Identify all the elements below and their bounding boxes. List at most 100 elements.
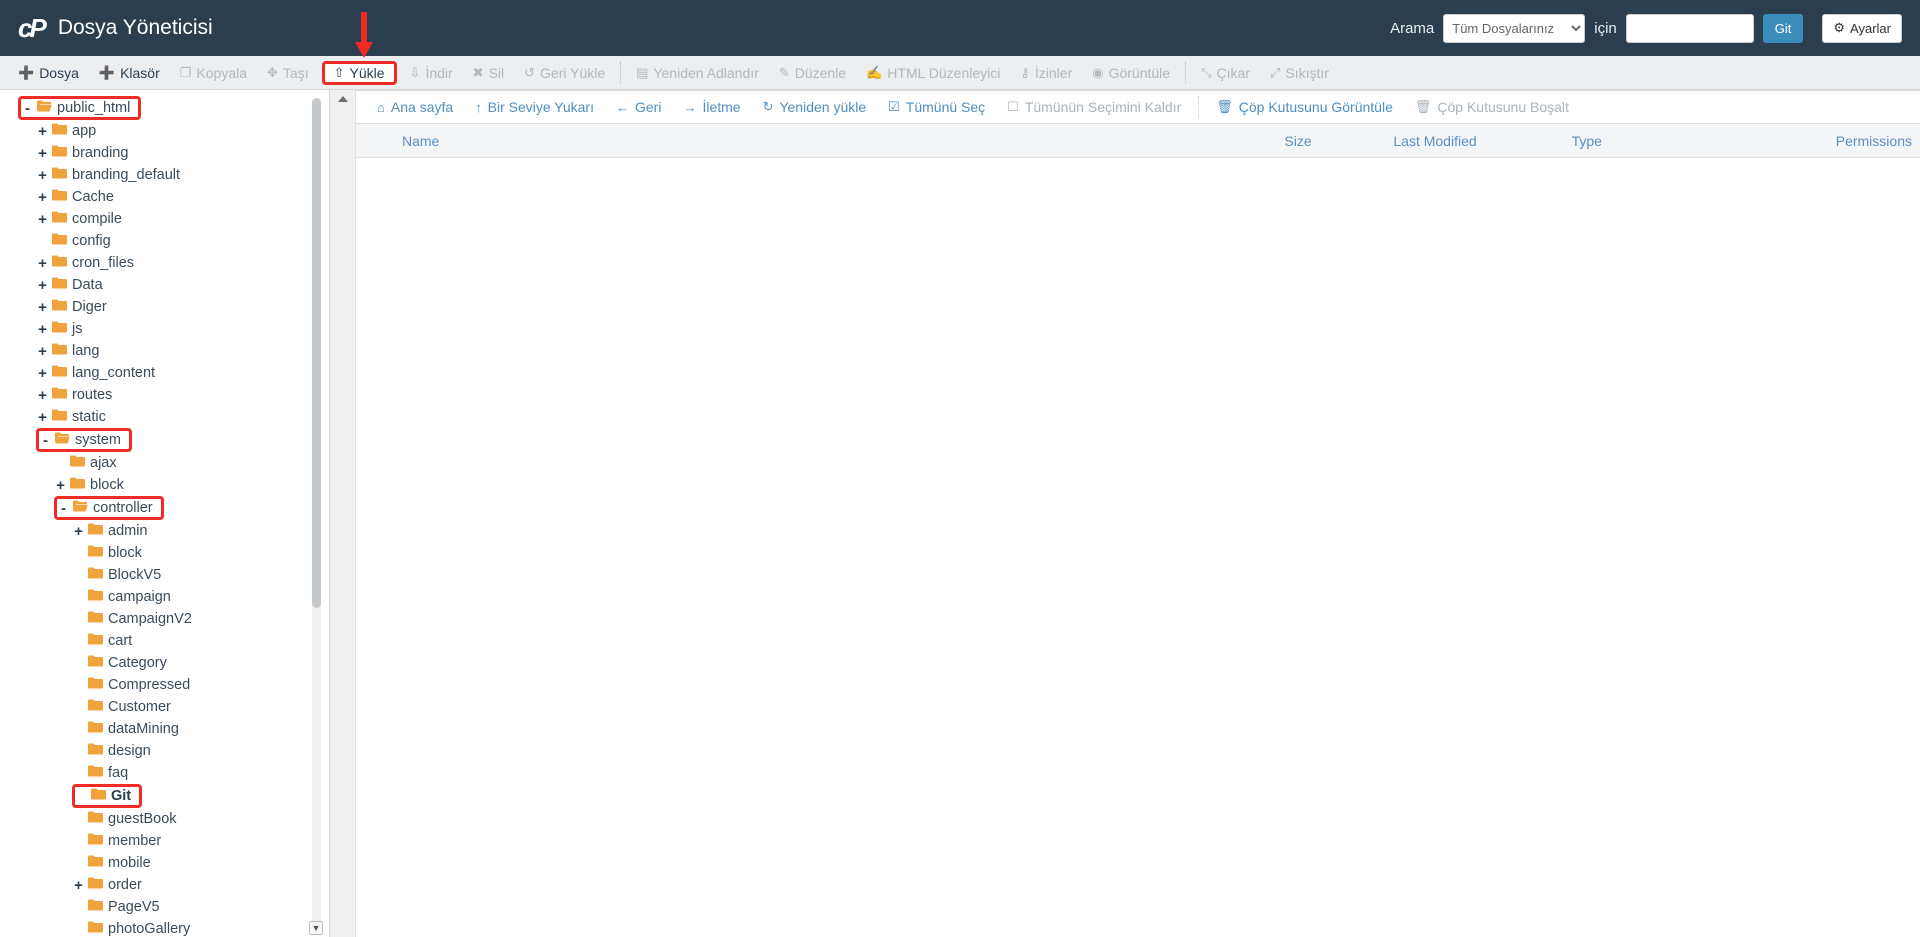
tree-node-label: branding (72, 146, 128, 161)
tree-node-git[interactable]: Git (72, 784, 142, 808)
back-arrow-icon: ← (616, 100, 629, 115)
tree-node-block[interactable]: +block (54, 474, 329, 496)
nav-button-geri[interactable]: ← Geri (605, 96, 672, 118)
tree-collapse-icon[interactable]: - (39, 433, 52, 448)
download-icon: ⇩ (410, 65, 421, 81)
tree-node-cache[interactable]: +Cache (36, 186, 329, 208)
nav-button-ana-sayfa[interactable]: ⌂Ana sayfa (366, 96, 464, 118)
search-label: Arama (1390, 20, 1434, 37)
tree-expand-icon[interactable]: + (36, 278, 49, 293)
tree-node-cron-files[interactable]: +cron_files (36, 252, 329, 274)
tree-node-faq[interactable]: faq (72, 762, 329, 784)
tree-expand-icon[interactable]: + (36, 344, 49, 359)
tree-node-mobile[interactable]: mobile (72, 852, 329, 874)
tree-node-campaign[interactable]: campaign (72, 586, 329, 608)
tree-node-label: photoGallery (108, 922, 190, 937)
file-table-header: Name Size Last Modified Type Permissions (356, 124, 1920, 158)
tree-node-system[interactable]: -system (36, 428, 132, 452)
folder-icon (52, 365, 67, 381)
tree-node-campaignv2[interactable]: CampaignV2 (72, 608, 329, 630)
compress-icon: ⤢ (1270, 65, 1280, 81)
tree-node-datamining[interactable]: dataMining (72, 718, 329, 740)
tree-node-pagev5[interactable]: PageV5 (72, 896, 329, 918)
tree-node-label: cart (108, 634, 132, 649)
tree-expand-icon[interactable]: + (72, 524, 85, 539)
column-header-lastmodified[interactable]: Last Modified (1385, 133, 1563, 149)
tree-expand-icon[interactable]: + (36, 322, 49, 337)
tree-node-app[interactable]: +app (36, 120, 329, 142)
tree-node-cart[interactable]: cart (72, 630, 329, 652)
tree-node-lang[interactable]: +lang (36, 340, 329, 362)
tree-node-admin[interactable]: +admin (72, 520, 329, 542)
column-header-type[interactable]: Type (1564, 133, 1752, 149)
tree-node-branding[interactable]: + branding (36, 142, 329, 164)
tree-node-category[interactable]: Category (72, 652, 329, 674)
nav-button-i-letme[interactable]: →İletme (672, 96, 751, 118)
tree-node-static[interactable]: +static (36, 406, 329, 428)
file-nav-toolbar: ⌂Ana sayfa↑Bir Seviye Yukarı ← Geri →İletme… (356, 90, 1920, 124)
tree-node-compressed[interactable]: Compressed (72, 674, 329, 696)
nav-button-label: Geri (635, 99, 661, 115)
tree-node-customer[interactable]: Customer (72, 696, 329, 718)
tree-node-data[interactable]: +Data (36, 274, 329, 296)
tree-expand-icon[interactable]: + (36, 256, 49, 271)
nav-separator (1198, 96, 1199, 118)
tree-node-branding-default[interactable]: +branding_default (36, 164, 329, 186)
tree-node-member[interactable]: member (72, 830, 329, 852)
tree-node-blockv5[interactable]: BlockV5 (72, 564, 329, 586)
toolbar-button-geri-y-kle: ↺Geri Yükle (514, 62, 615, 84)
tree-node-compile[interactable]: +compile (36, 208, 329, 230)
tree-node-config[interactable]: config (36, 230, 329, 252)
tree-expand-icon[interactable]: + (36, 300, 49, 315)
scroll-up-icon[interactable] (338, 96, 348, 102)
tree-expand-icon[interactable]: + (36, 366, 49, 381)
tree-node-block[interactable]: block (72, 542, 329, 564)
nav-button-t-m-n-se[interactable]: ☑Tümünü Seç (877, 96, 996, 118)
tree-node-diger[interactable]: +Diger (36, 296, 329, 318)
column-header-name[interactable]: Name (356, 133, 1276, 149)
settings-button[interactable]: ⚙ Ayarlar (1822, 14, 1902, 43)
sidebar-scroll-down-icon[interactable]: ▼ (309, 921, 323, 935)
tree-expand-icon[interactable]: + (36, 146, 49, 161)
search-go-button[interactable]: Git (1763, 14, 1804, 43)
tree-expand-icon[interactable]: + (36, 410, 49, 425)
tree-expand-icon[interactable]: + (36, 212, 49, 227)
tree-expand-icon[interactable]: + (54, 478, 67, 493)
tree-node-ajax[interactable]: ajax (54, 452, 329, 474)
tree-node-design[interactable]: design (72, 740, 329, 762)
toolbar-button-label: İzinler (1035, 65, 1072, 81)
tree-node-public-html[interactable]: -public_html (18, 96, 141, 120)
tree-node-lang-content[interactable]: +lang_content (36, 362, 329, 384)
tree-node-photogallery[interactable]: photoGallery (72, 918, 329, 937)
tree-node-order[interactable]: +order (72, 874, 329, 896)
sidebar-scrollbar-thumb[interactable] (312, 98, 321, 608)
nav-button-p-kutusunu-bo-alt[interactable]: 🗑Çöp Kutusunu Boşalt (1404, 96, 1580, 118)
tree-collapse-icon[interactable]: - (21, 101, 34, 116)
tree-expand-icon[interactable]: + (36, 190, 49, 205)
toolbar-button-label: Klasör (120, 65, 160, 81)
tree-node-label: PageV5 (108, 900, 160, 915)
column-header-permissions[interactable]: Permissions (1752, 133, 1920, 149)
toolbar-button-y-kle[interactable]: ⇧Yükle (322, 61, 397, 85)
tree-expand-icon[interactable]: + (36, 388, 49, 403)
nav-button-t-m-n-n-se-imini-kald-r[interactable]: ☐Tümünün Seçimini Kaldır (996, 96, 1192, 118)
brand: cP Dosya Yöneticisi (0, 15, 213, 41)
tree-expand-icon[interactable]: + (36, 124, 49, 139)
nav-button-bir-seviye-yukar[interactable]: ↑Bir Seviye Yukarı (464, 96, 605, 118)
nav-button-p-kutusunu-g-r-nt-le[interactable]: 🗑Çöp Kutusunu Görüntüle (1205, 96, 1404, 118)
tree-node-js[interactable]: +js (36, 318, 329, 340)
tree-node-routes[interactable]: +routes (36, 384, 329, 406)
column-header-size[interactable]: Size (1276, 133, 1385, 149)
search-scope-select[interactable]: Tüm Dosyalarınız (1443, 14, 1585, 43)
plus-icon: ➕ (99, 65, 115, 81)
tree-node-controller[interactable]: -controller (54, 496, 164, 520)
tree-collapse-icon[interactable]: - (57, 501, 70, 516)
file-list-scroll-column[interactable] (330, 90, 356, 937)
tree-node-guestbook[interactable]: guestBook (72, 808, 329, 830)
toolbar-button-klas-r[interactable]: ➕ Klasör (89, 62, 170, 84)
nav-button-yeniden-y-kle[interactable]: ↻Yeniden yükle (752, 96, 878, 118)
tree-expand-icon[interactable]: + (72, 878, 85, 893)
toolbar-button-dosya[interactable]: ➕Dosya (8, 62, 89, 84)
tree-expand-icon[interactable]: + (36, 168, 49, 183)
search-input[interactable] (1626, 14, 1754, 43)
